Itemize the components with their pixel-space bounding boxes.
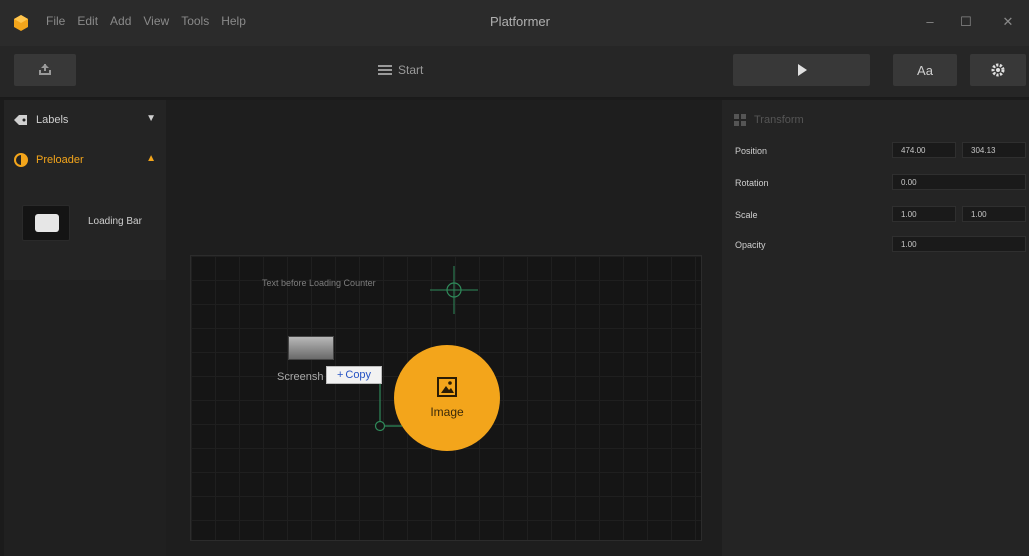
objects-empty-area — [4, 280, 166, 556]
loading-bar-label[interactable]: Loading Bar — [88, 216, 142, 227]
chevron-down-icon: ▼ — [146, 113, 156, 124]
image-icon — [437, 377, 457, 397]
tag-icon — [14, 113, 28, 127]
grid-icon — [734, 114, 746, 126]
image-node[interactable]: Image — [394, 345, 500, 451]
export-icon — [39, 64, 51, 75]
menu-help[interactable]: Help — [221, 14, 246, 28]
transform-header-label: Transform — [754, 114, 804, 126]
position-x-input[interactable]: 474.00 — [892, 142, 956, 158]
app-logo-icon — [14, 15, 28, 31]
menu-add[interactable]: Add — [110, 14, 131, 28]
menu-edit[interactable]: Edit — [77, 14, 98, 28]
start-scene-label: Start — [398, 63, 424, 77]
chevron-up-icon: ▲ — [146, 153, 156, 164]
maximize-button[interactable]: ☐ — [956, 12, 976, 32]
crosshair-icon[interactable] — [430, 266, 478, 314]
preloader-group-label: Preloader — [36, 154, 84, 166]
loading-bar-icon — [35, 214, 59, 232]
position-label: Position — [735, 146, 768, 156]
start-scene-selector[interactable]: Start — [378, 63, 423, 77]
settings-button[interactable] — [970, 54, 1026, 86]
screenshot-thumbnail[interactable] — [288, 336, 334, 360]
image-node-label: Image — [430, 405, 464, 419]
labels-group-label: Labels — [36, 114, 69, 126]
loading-bar-thumbnail[interactable] — [22, 205, 70, 241]
list-icon — [378, 65, 392, 75]
opacity-input[interactable]: 1.00 — [892, 236, 1026, 252]
copy-badge: + Copy — [326, 366, 382, 384]
menu-tools[interactable]: Tools — [181, 14, 209, 28]
scale-label: Scale — [735, 210, 758, 220]
window-title: Platformer — [490, 14, 550, 29]
preloader-group[interactable]: Preloader ▲ — [4, 143, 166, 177]
scale-x-input[interactable]: 1.00 — [892, 206, 956, 222]
plus-icon: + — [336, 369, 344, 381]
labels-group[interactable]: Labels ▼ — [4, 103, 166, 137]
rotation-input[interactable]: 0.00 — [892, 174, 1026, 190]
text-style-button[interactable]: Aa — [893, 54, 957, 86]
position-y-input[interactable]: 304.13 — [962, 142, 1026, 158]
menu-bar: File Edit Add View Tools Help — [46, 14, 246, 28]
title-bar: File Edit Add View Tools Help Platformer… — [0, 0, 1029, 46]
play-icon — [797, 64, 807, 76]
rotation-label: Rotation — [735, 178, 769, 188]
objects-panel: Labels ▼ Preloader ▲ Loading Bar — [4, 100, 166, 556]
screenshot-label: Screensh — [277, 371, 324, 383]
menu-file[interactable]: File — [46, 14, 65, 28]
close-button[interactable]: ✕ — [998, 12, 1018, 32]
preloader-icon — [14, 153, 28, 167]
minimize-button[interactable]: – — [920, 12, 940, 32]
gear-icon — [991, 63, 1005, 77]
menu-view[interactable]: View — [143, 14, 169, 28]
toolbar: Start Aa — [0, 46, 1029, 98]
export-button[interactable] — [14, 54, 76, 86]
properties-panel — [722, 100, 1029, 556]
copy-badge-label: Copy — [345, 369, 372, 381]
play-button[interactable] — [733, 54, 870, 86]
text-object-label[interactable]: Text before Loading Counter — [262, 278, 376, 288]
opacity-label: Opacity — [735, 240, 766, 250]
transform-header: Transform — [734, 114, 804, 126]
scale-y-input[interactable]: 1.00 — [962, 206, 1026, 222]
